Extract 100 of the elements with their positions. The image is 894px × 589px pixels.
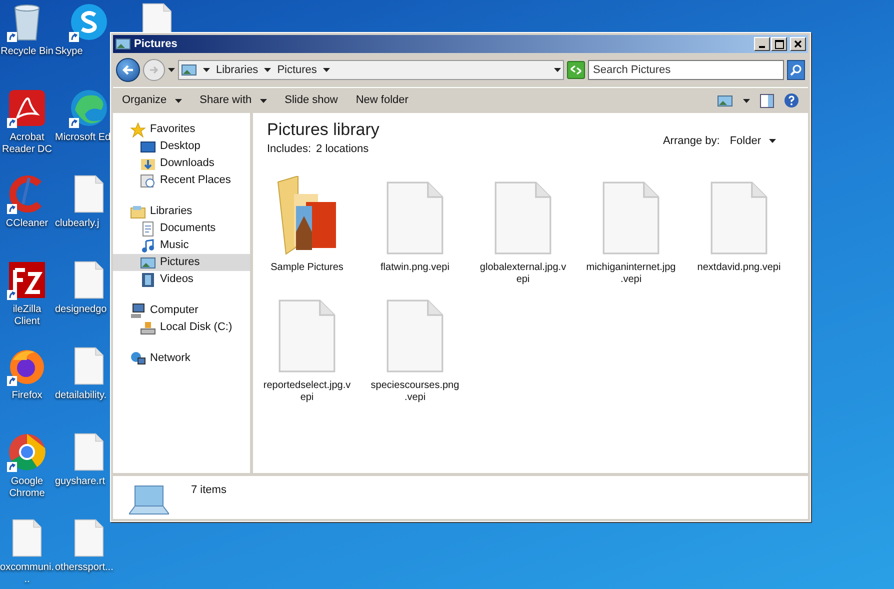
history-caret-icon [168, 68, 175, 72]
shortcut-arrow-icon [7, 376, 17, 386]
file-item[interactable]: Sample Pictures [253, 176, 361, 288]
left-arrow-icon [122, 65, 134, 75]
arrange-by-dropdown[interactable]: Folder [730, 133, 776, 150]
file-icon [74, 261, 104, 299]
shortcut-arrow-icon [7, 290, 17, 300]
dropdown-arrow-icon [260, 98, 267, 102]
toolbar-button[interactable]: Organize [122, 92, 182, 109]
desktop-icon-label[interactable]: Firefox [0, 390, 54, 402]
file-icon [74, 433, 104, 471]
shortcut-arrow-icon [7, 118, 17, 128]
desktop-icon-label[interactable]: otherssport... [55, 562, 114, 574]
file-icon [494, 180, 552, 256]
toolbar-button[interactable]: Share with [200, 92, 267, 109]
picture-icon [140, 254, 156, 270]
address-bar[interactable]: Libraries Pictures [178, 60, 564, 80]
shortcut-arrow-icon [69, 32, 79, 42]
s-logo-icon [69, 2, 109, 42]
close-button[interactable] [790, 37, 806, 51]
shortcut-arrow-icon [7, 32, 17, 42]
maximize-icon [774, 40, 784, 48]
breadcrumb-item[interactable]: Pictures [277, 62, 317, 78]
desktop-icon-label[interactable]: guyshare.rt [55, 476, 106, 488]
nav-item[interactable]: Downloads [113, 155, 250, 172]
nav-item[interactable]: Documents [113, 220, 250, 237]
address-dropdown-icon [554, 68, 561, 72]
desktop-icon-label[interactable]: Google Chrome [0, 476, 54, 500]
desktop-icon-label[interactable]: Microsoft Ed [55, 132, 111, 144]
picture-icon [115, 36, 131, 52]
nav-item[interactable]: Desktop [113, 138, 250, 155]
minimize-button[interactable] [754, 37, 770, 51]
refresh-arrows-icon [570, 65, 582, 75]
toolbar-button[interactable]: Slide show [284, 92, 338, 109]
file-icon [386, 298, 444, 374]
item-count: 7 items [191, 483, 226, 498]
desktop-icon-label[interactable]: ileZilla Client [0, 304, 54, 328]
arrange-by-label: Arrange by: [662, 134, 720, 149]
nav-item[interactable]: Local Disk (C:) [113, 319, 250, 336]
nav-item[interactable]: Recent Places [113, 172, 250, 189]
music-note-icon [140, 238, 156, 254]
file-icon [74, 175, 104, 213]
shortcut-arrow-icon [7, 462, 17, 472]
breadcrumb-arrow-icon [203, 68, 210, 72]
back-button[interactable] [116, 58, 140, 82]
dropdown-arrow-icon [174, 98, 182, 102]
close-icon [794, 40, 802, 48]
wave-logo-icon [69, 88, 109, 128]
nav-item[interactable]: Pictures [113, 254, 250, 271]
desktop-icon-label[interactable]: oxcommuni... [0, 562, 54, 586]
library-folder-icon [130, 204, 146, 220]
view-caret-icon [743, 98, 750, 102]
file-icon [12, 519, 42, 557]
desktop-icon-label[interactable]: designedgo [55, 304, 107, 316]
file-item[interactable]: nextdavid.png.vepi [685, 176, 793, 288]
picture-icon [181, 62, 197, 78]
right-arrow-icon [149, 66, 159, 74]
toolbar-button[interactable]: New folder [356, 92, 408, 109]
nav-item[interactable]: Videos [113, 271, 250, 288]
breadcrumb-arrow-icon [264, 68, 272, 72]
star-icon [130, 122, 146, 138]
desktop-icon-label[interactable]: CCleaner [0, 218, 54, 230]
disk-drive-icon [140, 320, 156, 336]
file-item[interactable]: michiganinternet.jpg.vepi [577, 176, 685, 288]
search-icon [790, 64, 802, 76]
nav-group[interactable]: Computer [113, 302, 250, 319]
file-icon [74, 519, 104, 557]
desktop-icon-label[interactable]: detailability. [55, 390, 107, 402]
file-icon [602, 180, 660, 256]
nav-group[interactable]: Network [113, 350, 250, 367]
dropdown-arrow-icon [769, 139, 776, 144]
shortcut-arrow-icon [69, 118, 79, 128]
nav-item[interactable]: Music [113, 237, 250, 254]
file-item[interactable]: globalexternal.jpg.vepi [469, 176, 577, 288]
recent-places-icon [140, 172, 156, 188]
window-title: Pictures [134, 36, 178, 52]
help-icon[interactable] [784, 93, 799, 108]
search-button[interactable] [787, 60, 805, 80]
pdf-logo-icon [7, 88, 47, 128]
desktop-icon-label[interactable]: clubearly.j [55, 218, 100, 230]
nav-group[interactable]: Favorites [113, 121, 250, 138]
file-icon [74, 347, 104, 385]
file-icon [710, 180, 768, 256]
refresh-button[interactable] [567, 61, 585, 79]
nav-group[interactable]: Libraries [113, 203, 250, 220]
locations-link[interactable]: 2 locations [316, 141, 369, 158]
fz-logo-icon [7, 260, 47, 300]
desktop-icon-label[interactable]: Acrobat Reader DC [0, 132, 54, 156]
file-item[interactable]: speciescourses.png.vepi [361, 294, 469, 406]
breadcrumb-item[interactable]: Libraries [216, 62, 258, 78]
preview-pane-icon[interactable] [760, 94, 774, 108]
search-field[interactable]: Search Pictures [588, 60, 784, 80]
file-item[interactable]: flatwin.png.vepi [361, 176, 469, 288]
desktop-icon-label[interactable]: Recycle Bin [0, 46, 54, 58]
file-icon [278, 298, 336, 374]
maximize-button[interactable] [771, 37, 787, 51]
includes-label: Includes: [267, 142, 312, 157]
file-item[interactable]: reportedselect.jpg.vepi [253, 294, 361, 406]
network-icon [130, 350, 146, 366]
desktop-icon-label[interactable]: Skype [55, 46, 83, 58]
